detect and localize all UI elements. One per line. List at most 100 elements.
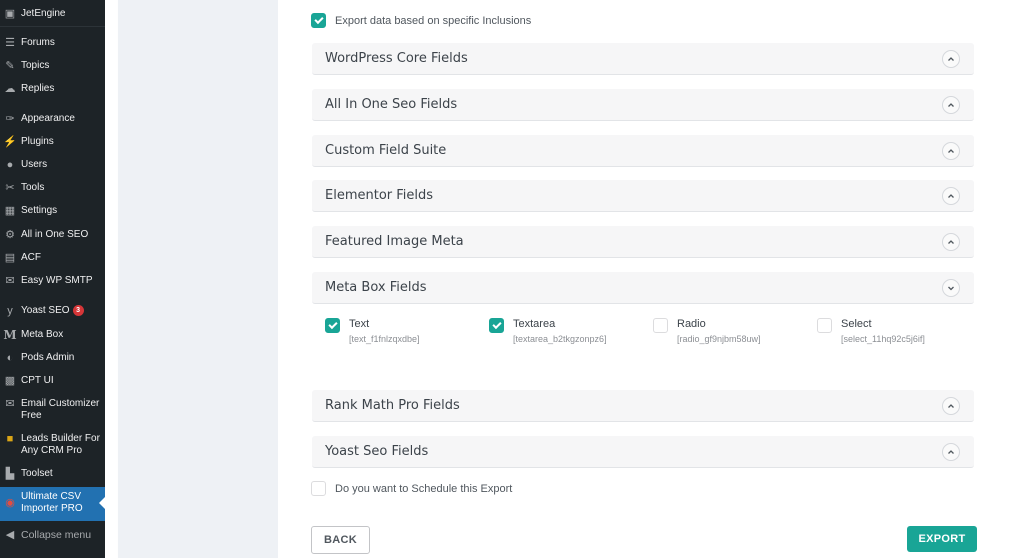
sidebar-item-label: Tools xyxy=(21,182,45,193)
admin-sidebar: ▣ JetEngine ☰ Forums ✎ Topics ☁ Replies … xyxy=(0,0,105,558)
forums-icon: ☰ xyxy=(5,37,15,49)
sidebar-separator xyxy=(0,26,105,27)
sidebar-item-replies[interactable]: ☁ Replies xyxy=(0,83,105,95)
sidebar-item-acf[interactable]: ▤ ACF xyxy=(0,252,105,264)
jetengine-icon: ▣ xyxy=(4,8,16,20)
sidebar-item-topics[interactable]: ✎ Topics xyxy=(0,60,105,72)
sidebar-item-easy-wp-smtp[interactable]: ✉ Easy WP SMTP xyxy=(0,275,105,287)
sidebar-item-pods-admin[interactable]: ◐ Pods Admin xyxy=(0,352,105,364)
field-option-radio[interactable]: Radio [radio_gf9njbm58uw] xyxy=(653,317,761,346)
field-option-textarea[interactable]: Textarea [textarea_b2tkgzonpz6] xyxy=(489,317,607,346)
section-title: All In One Seo Fields xyxy=(325,97,458,112)
sidebar-item-jetengine[interactable]: ▣ JetEngine xyxy=(0,8,105,20)
acf-icon: ▤ xyxy=(4,252,16,264)
sidebar-item-label: Users xyxy=(21,159,48,170)
sidebar-item-label: Email Customizer Free xyxy=(21,398,100,421)
collapse-menu-button[interactable]: ◀ Collapse menu xyxy=(0,529,105,541)
aioseo-icon: ⚙ xyxy=(5,229,15,241)
section-all-in-one-seo-fields[interactable]: All In One Seo Fields xyxy=(312,89,974,121)
sidebar-item-label: Ultimate CSV Importer PRO xyxy=(21,491,83,514)
sidebar-item-tools[interactable]: ✂ Tools xyxy=(0,182,105,194)
pods-icon: ◐ xyxy=(6,352,14,364)
chevron-up-icon[interactable] xyxy=(942,396,960,415)
export-button[interactable]: EXPORT xyxy=(907,526,977,552)
section-title: Custom Field Suite xyxy=(325,143,447,158)
field-option-select[interactable]: Select [select_11hq92c5j6if] xyxy=(817,317,925,346)
chevron-down-icon[interactable] xyxy=(942,278,960,297)
schedule-checkbox[interactable] xyxy=(311,481,326,496)
field-key: [textarea_b2tkgzonpz6] xyxy=(513,334,607,344)
inclusions-option[interactable]: Export data based on specific Inclusions xyxy=(311,13,531,28)
section-meta-box-fields[interactable]: Meta Box Fields xyxy=(312,272,974,304)
chevron-up-icon[interactable] xyxy=(942,442,960,461)
tools-icon: ✂ xyxy=(5,182,15,194)
smtp-icon: ✉ xyxy=(5,275,15,287)
section-elementor-fields[interactable]: Elementor Fields xyxy=(312,180,974,212)
section-featured-image-meta[interactable]: Featured Image Meta xyxy=(312,226,974,258)
sidebar-item-appearance[interactable]: ✑ Appearance xyxy=(0,113,105,125)
back-button[interactable]: BACK xyxy=(311,526,370,554)
sidebar-item-all-in-one-seo[interactable]: ⚙ All in One SEO xyxy=(0,229,105,241)
field-label: Text xyxy=(349,318,370,330)
sidebar-item-plugins[interactable]: ⚡ Plugins xyxy=(0,136,105,148)
active-indicator xyxy=(99,497,105,509)
section-custom-field-suite[interactable]: Custom Field Suite xyxy=(312,135,974,167)
section-wordpress-core-fields[interactable]: WordPress Core Fields xyxy=(312,43,974,75)
field-key: [text_f1fnlzqxdbe] xyxy=(349,334,420,344)
section-rank-math-pro-fields[interactable]: Rank Math Pro Fields xyxy=(312,390,974,422)
settings-icon: ▦ xyxy=(4,205,16,217)
email-customizer-icon: ✉ xyxy=(5,398,15,410)
export-panel: Export data based on specific Inclusions… xyxy=(278,0,1024,558)
chevron-up-icon[interactable] xyxy=(942,232,960,251)
toolset-icon: ▙ xyxy=(5,468,15,480)
sidebar-item-settings[interactable]: ▦ Settings xyxy=(0,205,105,217)
sidebar-item-label: Plugins xyxy=(21,136,54,147)
section-title: Elementor Fields xyxy=(325,188,434,203)
chevron-up-icon[interactable] xyxy=(942,95,960,114)
field-label: Select xyxy=(841,318,872,330)
section-title: WordPress Core Fields xyxy=(325,51,468,66)
sidebar-item-toolset[interactable]: ▙ Toolset xyxy=(0,468,105,480)
sidebar-item-ultimate-csv-importer[interactable]: ◉ Ultimate CSV Importer PRO xyxy=(0,487,105,521)
sidebar-item-label: Yoast SEO 3 xyxy=(21,305,101,317)
section-title: Yoast Seo Fields xyxy=(325,444,429,459)
sidebar-item-label: ACF xyxy=(21,252,41,263)
field-checkbox[interactable] xyxy=(817,318,832,333)
sidebar-item-email-customizer[interactable]: ✉ Email Customizer Free xyxy=(0,398,105,422)
sidebar-item-label: Pods Admin xyxy=(21,352,75,363)
section-title: Featured Image Meta xyxy=(325,234,464,249)
field-checkbox[interactable] xyxy=(489,318,504,333)
sidebar-item-users[interactable]: ● Users xyxy=(0,159,105,171)
sidebar-item-yoast-seo[interactable]: y Yoast SEO 3 xyxy=(0,305,105,317)
yoast-icon: y xyxy=(7,305,13,317)
field-checkbox[interactable] xyxy=(325,318,340,333)
appearance-icon: ✑ xyxy=(5,113,15,125)
field-option-text[interactable]: Text [text_f1fnlzqxdbe] xyxy=(325,317,420,346)
field-key: [select_11hq92c5j6if] xyxy=(841,334,925,344)
inclusions-checkbox[interactable] xyxy=(311,13,326,28)
section-yoast-seo-fields[interactable]: Yoast Seo Fields xyxy=(312,436,974,468)
sidebar-item-label: Appearance xyxy=(21,113,75,124)
sidebar-item-label: Meta Box xyxy=(21,329,64,340)
field-key: [radio_gf9njbm58uw] xyxy=(677,334,761,344)
chevron-up-icon[interactable] xyxy=(942,186,960,205)
section-title: Rank Math Pro Fields xyxy=(325,398,460,413)
field-label: Textarea xyxy=(513,318,556,330)
field-checkbox[interactable] xyxy=(653,318,668,333)
chevron-up-icon[interactable] xyxy=(942,141,960,160)
sidebar-item-label: Leads Builder For Any CRM Pro xyxy=(21,433,100,456)
chevron-up-icon[interactable] xyxy=(942,49,960,68)
inclusions-label: Export data based on specific Inclusions xyxy=(335,14,532,27)
leads-builder-icon: ■ xyxy=(6,433,14,445)
sidebar-item-text: Yoast SEO xyxy=(21,305,70,316)
sidebar-item-meta-box[interactable]: M Meta Box xyxy=(0,329,105,341)
sidebar-item-label: JetEngine xyxy=(21,8,66,19)
sidebar-item-label: CPT UI xyxy=(21,375,54,386)
schedule-export-option[interactable]: Do you want to Schedule this Export xyxy=(311,481,512,496)
sidebar-item-leads-builder[interactable]: ■ Leads Builder For Any CRM Pro xyxy=(0,433,105,457)
sidebar-item-forums[interactable]: ☰ Forums xyxy=(0,37,105,49)
sidebar-item-cpt-ui[interactable]: ▩ CPT UI xyxy=(0,375,105,387)
metabox-icon: M xyxy=(3,328,17,342)
sidebar-item-label: Easy WP SMTP xyxy=(21,275,93,286)
topics-icon: ✎ xyxy=(5,60,15,72)
